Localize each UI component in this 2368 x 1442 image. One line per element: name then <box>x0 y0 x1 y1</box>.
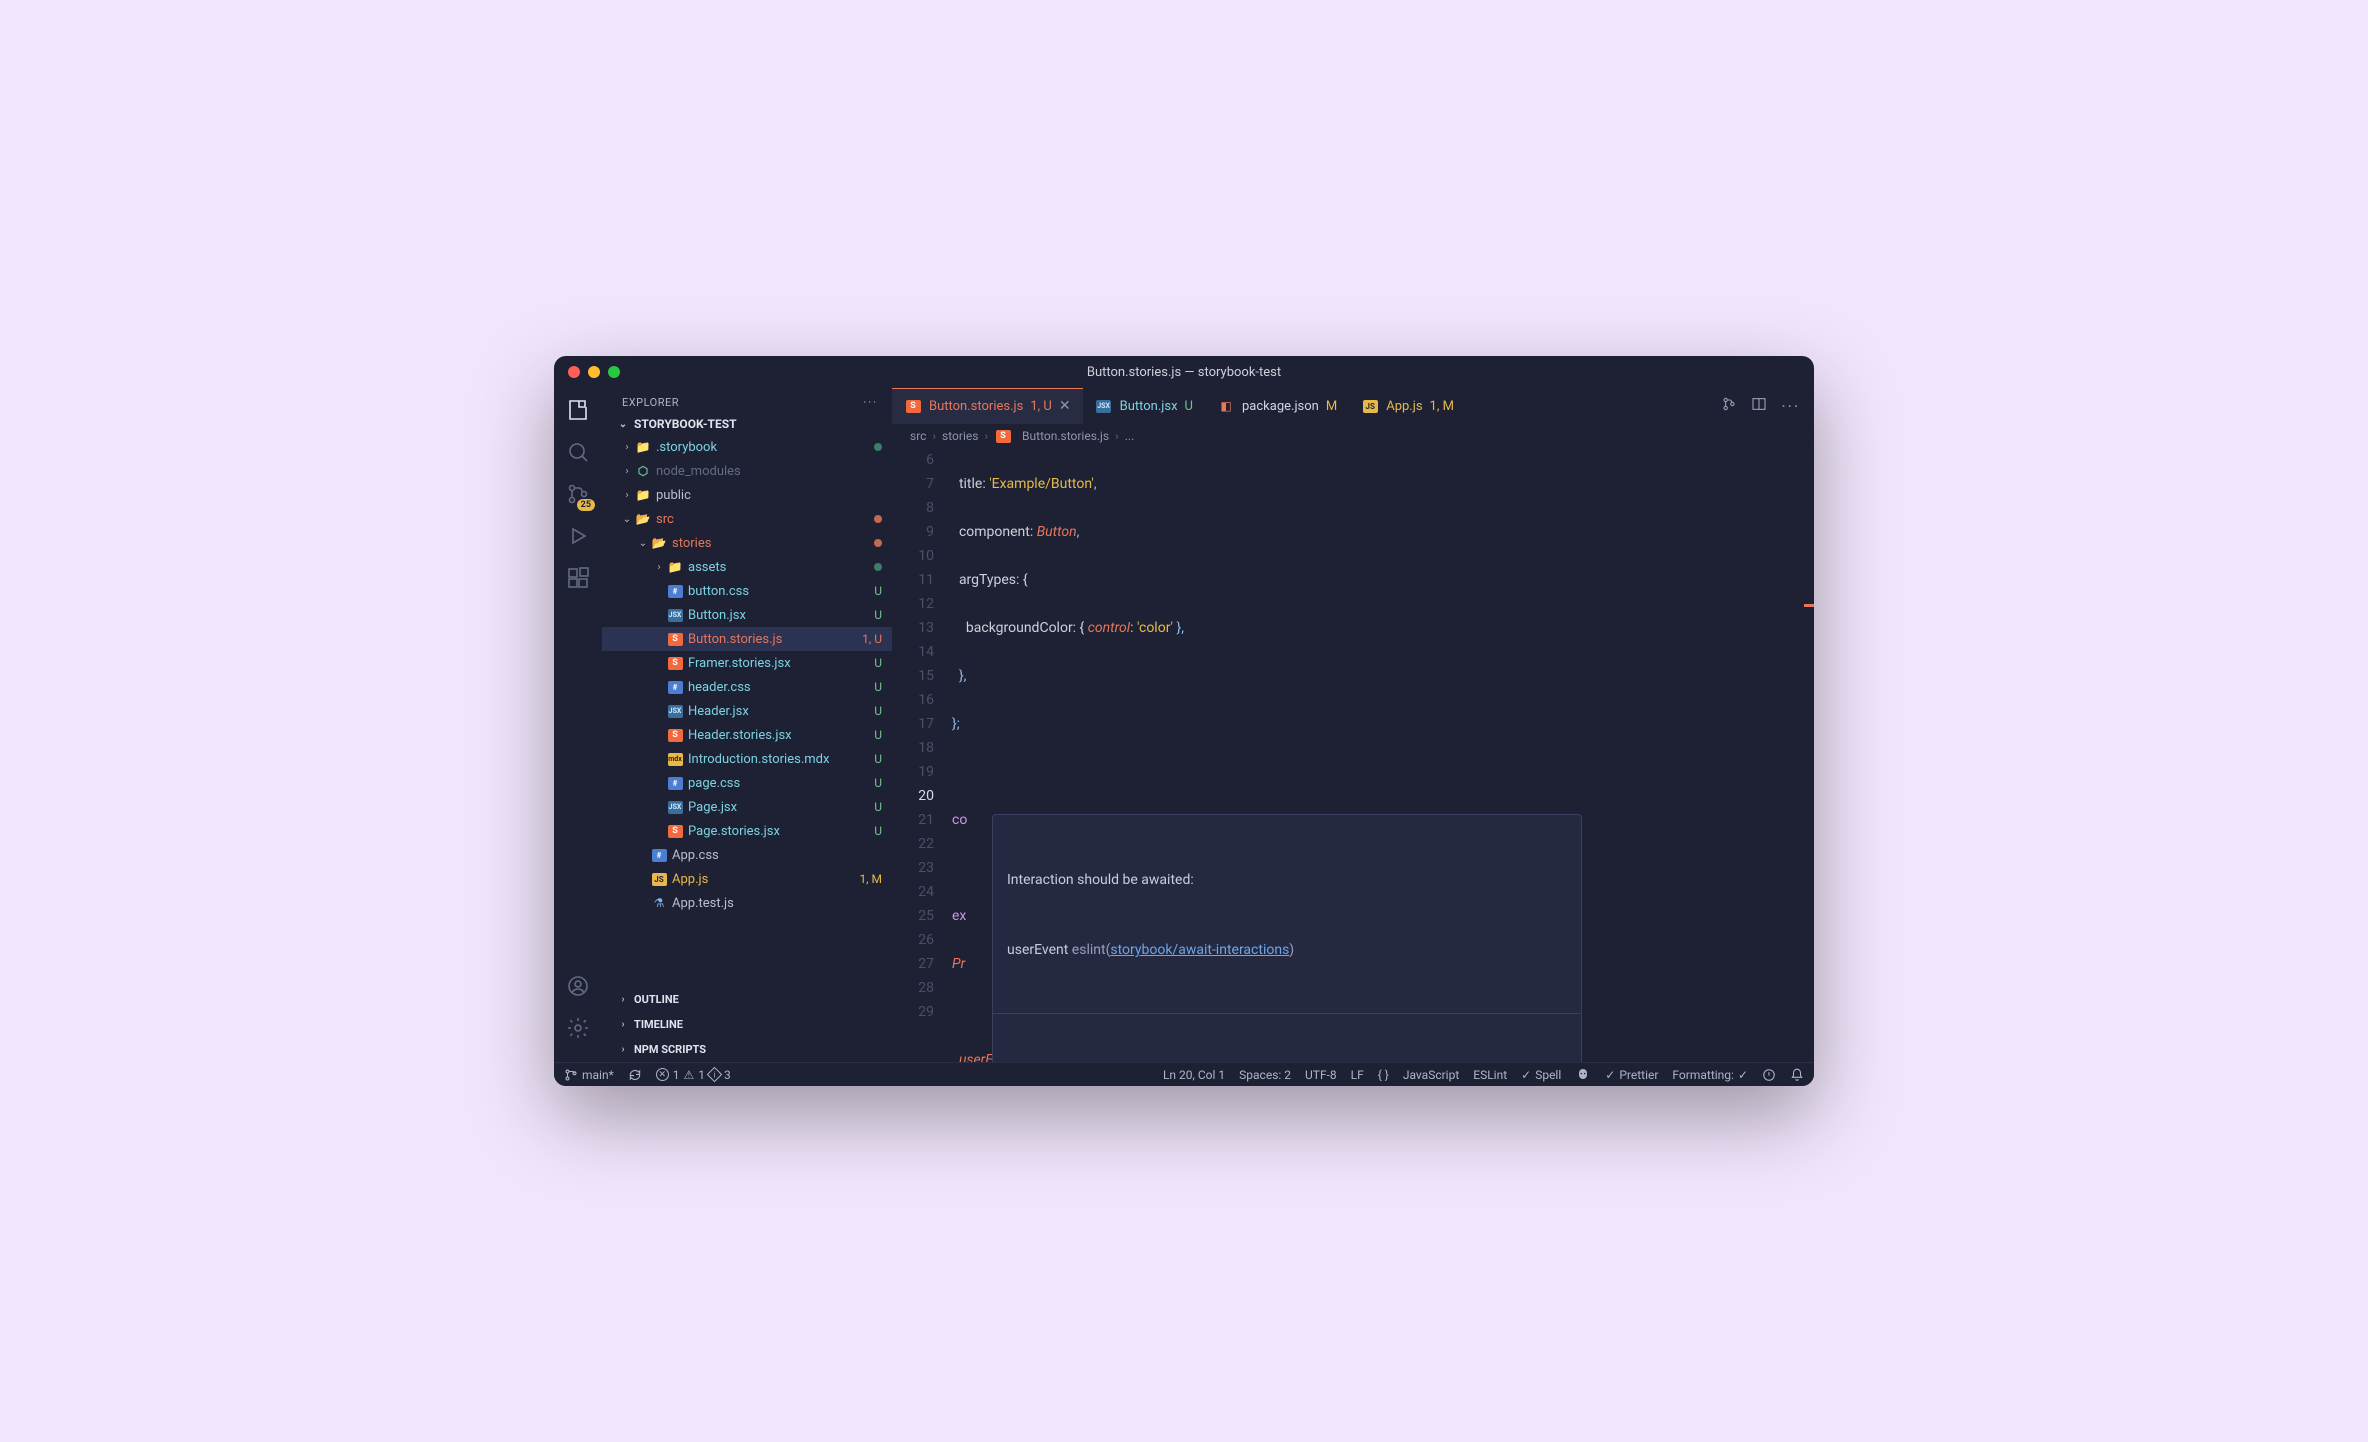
window-title: Button.stories.js — storybook-test <box>1087 365 1281 380</box>
copilot-icon[interactable] <box>1575 1067 1591 1083</box>
settings-icon[interactable] <box>564 1014 592 1042</box>
file-header-stories[interactable]: SHeader.stories.jsxU <box>602 723 892 747</box>
window-controls <box>568 366 620 378</box>
file-page-jsx[interactable]: JSXPage.jsxU <box>602 795 892 819</box>
breadcrumb[interactable]: src› stories› SButton.stories.js› ... <box>892 424 1814 448</box>
maximize-window[interactable] <box>608 366 620 378</box>
eol[interactable]: LF <box>1351 1068 1364 1082</box>
git-branch[interactable]: main* <box>564 1068 614 1082</box>
prettier-status[interactable]: ✓Prettier <box>1605 1068 1658 1082</box>
code-editor[interactable]: 6789101112131415161718192021222324252627… <box>892 448 1814 1062</box>
tab-button-jsx[interactable]: JSXButton.jsxU <box>1083 388 1205 424</box>
formatting-status[interactable]: Formatting:✓ <box>1672 1068 1748 1082</box>
file-header-jsx[interactable]: JSXHeader.jsxU <box>602 699 892 723</box>
tab-package-json[interactable]: ◧package.jsonM <box>1205 388 1349 424</box>
explorer-sidebar: EXPLORER ··· ⌄STORYBOOK-TEST ›📁.storyboo… <box>602 388 892 1062</box>
search-icon[interactable] <box>564 438 592 466</box>
sync-icon[interactable] <box>628 1068 642 1082</box>
problems-counter[interactable]: ✕1 ⚠1 3 <box>656 1068 731 1082</box>
titlebar: Button.stories.js — storybook-test <box>554 356 1814 388</box>
folder-node-modules[interactable]: ›⬡node_modules <box>602 459 892 483</box>
file-button-jsx[interactable]: JSXButton.jsxU <box>602 603 892 627</box>
line-numbers: 6789101112131415161718192021222324252627… <box>892 448 952 1062</box>
close-icon[interactable]: ✕ <box>1059 398 1071 414</box>
debug-icon[interactable] <box>564 522 592 550</box>
tab-button-stories[interactable]: SButton.stories.js1, U✕ <box>892 388 1083 424</box>
editor-area: SButton.stories.js1, U✕ JSXButton.jsxU ◧… <box>892 388 1814 1062</box>
activity-bar: 25 <box>554 388 602 1062</box>
explorer-heading: EXPLORER <box>622 396 679 409</box>
minimize-window[interactable] <box>588 366 600 378</box>
file-button-stories[interactable]: SButton.stories.js1, U <box>602 627 892 651</box>
folder-storybook[interactable]: ›📁.storybook <box>602 435 892 459</box>
overview-ruler[interactable] <box>1804 448 1814 1062</box>
account-icon[interactable] <box>564 972 592 1000</box>
hover-message: Interaction should be awaited: <box>993 867 1581 893</box>
file-intro-mdx[interactable]: mdxIntroduction.stories.mdxU <box>602 747 892 771</box>
file-header-css[interactable]: #header.cssU <box>602 675 892 699</box>
file-tree: ›📁.storybook ›⬡node_modules ›📁public ⌄📂s… <box>602 435 892 987</box>
spell-status[interactable]: ✓Spell <box>1521 1068 1561 1082</box>
outline-panel[interactable]: ›OUTLINE <box>602 987 892 1012</box>
vscode-window: Button.stories.js — storybook-test 25 EX… <box>554 356 1814 1086</box>
folder-public[interactable]: ›📁public <box>602 483 892 507</box>
file-app-css[interactable]: #App.css <box>602 843 892 867</box>
folder-src[interactable]: ⌄📂src <box>602 507 892 531</box>
code-content[interactable]: title: 'Example/Button', component: Butt… <box>952 448 1814 1062</box>
explorer-more-icon[interactable]: ··· <box>863 396 878 409</box>
editor-tabs: SButton.stories.js1, U✕ JSXButton.jsxU ◧… <box>892 388 1814 424</box>
status-bar: main* ✕1 ⚠1 3 Ln 20, Col 1 Spaces: 2 UTF… <box>554 1062 1814 1086</box>
timeline-panel[interactable]: ›TIMELINE <box>602 1012 892 1037</box>
bracket-icon[interactable]: { } <box>1378 1068 1389 1082</box>
file-framer-stories[interactable]: SFramer.stories.jsxU <box>602 651 892 675</box>
indentation[interactable]: Spaces: 2 <box>1239 1068 1291 1082</box>
file-page-stories[interactable]: SPage.stories.jsxU <box>602 819 892 843</box>
file-app-test[interactable]: ⚗App.test.js <box>602 891 892 915</box>
cursor-position[interactable]: Ln 20, Col 1 <box>1163 1068 1225 1082</box>
project-header[interactable]: ⌄STORYBOOK-TEST <box>602 413 892 435</box>
hover-tooltip: Interaction should be awaited: userEvent… <box>992 814 1582 1062</box>
explorer-icon[interactable] <box>564 396 592 424</box>
eslint-rule-link[interactable]: storybook/await-interactions <box>1110 942 1289 958</box>
tab-app-js[interactable]: JSApp.js1, M <box>1349 388 1466 424</box>
split-editor-icon[interactable] <box>1751 396 1767 416</box>
feedback-icon[interactable] <box>1762 1068 1776 1082</box>
close-window[interactable] <box>568 366 580 378</box>
folder-assets[interactable]: ›📁assets <box>602 555 892 579</box>
file-app-js[interactable]: JSApp.js1, M <box>602 867 892 891</box>
source-control-icon[interactable]: 25 <box>564 480 592 508</box>
file-button-css[interactable]: #button.cssU <box>602 579 892 603</box>
extensions-icon[interactable] <box>564 564 592 592</box>
compare-icon[interactable] <box>1721 396 1737 416</box>
file-page-css[interactable]: #page.cssU <box>602 771 892 795</box>
folder-stories[interactable]: ⌄📂stories <box>602 531 892 555</box>
notifications-icon[interactable] <box>1790 1068 1804 1082</box>
npm-scripts-panel[interactable]: ›NPM SCRIPTS <box>602 1037 892 1062</box>
encoding[interactable]: UTF-8 <box>1305 1068 1337 1082</box>
more-icon[interactable]: ··· <box>1781 397 1800 416</box>
language-mode[interactable]: JavaScript <box>1403 1068 1459 1082</box>
eslint-status[interactable]: ESLint <box>1473 1068 1507 1082</box>
